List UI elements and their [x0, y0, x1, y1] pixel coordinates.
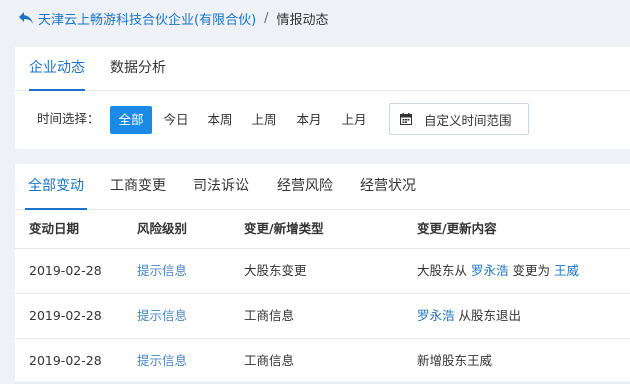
- filter-last-month-button[interactable]: 上月: [336, 106, 372, 134]
- filter-last-week-button[interactable]: 上周: [246, 106, 282, 134]
- tab-all-changes[interactable]: 全部变动: [25, 164, 87, 210]
- calendar-icon: [400, 113, 412, 125]
- filter-this-month-button[interactable]: 本月: [291, 106, 327, 134]
- tab-company-news[interactable]: 企业动态: [29, 47, 85, 91]
- filter-today-button[interactable]: 今日: [158, 106, 194, 134]
- shareholder-link[interactable]: 罗永浩: [471, 263, 509, 278]
- table-row: 2019-02-28 提示信息 工商信息 新增股东王威: [15, 339, 630, 384]
- back-arrow-icon[interactable]: [18, 11, 34, 25]
- filter-all-button[interactable]: 全部: [110, 106, 152, 134]
- content-text: 变更为: [512, 263, 551, 278]
- tab-business-changes[interactable]: 工商变更: [110, 164, 166, 209]
- row-change-type: 工商信息: [244, 353, 295, 368]
- change-type-tabs: 全部变动 工商变更 司法诉讼 经营风险 经营状况: [15, 164, 630, 210]
- custom-range-button[interactable]: 自定义时间范围: [389, 103, 529, 135]
- time-filter-label: 时间选择：: [37, 111, 100, 126]
- row-change-content: 新增股东王威: [417, 339, 492, 383]
- custom-range-label: 自定义时间范围: [424, 112, 512, 128]
- time-filter-row: 时间选择： 全部 今日 本周 上周 本月 上月 自定义时间范围: [15, 103, 630, 135]
- tab-data-analysis[interactable]: 数据分析: [110, 47, 166, 90]
- table-header: 变动日期 风险级别 变更/新增类型 变更/更新内容: [15, 210, 630, 249]
- row-change-type: 大股东变更: [244, 263, 307, 278]
- breadcrumb-company-link[interactable]: 天津云上畅游科技合伙企业(有限合伙): [38, 9, 256, 28]
- column-header-risk-level: 风险级别: [137, 221, 188, 236]
- row-date: 2019-02-28: [29, 263, 102, 278]
- column-header-date: 变动日期: [29, 221, 80, 236]
- row-change-content: 罗永浩 从股东退出: [417, 294, 521, 338]
- tab-operating-risk[interactable]: 经营风险: [277, 164, 333, 209]
- shareholder-link[interactable]: 王威: [554, 263, 579, 278]
- shareholder-link[interactable]: 罗永浩: [417, 308, 455, 323]
- changes-panel: 全部变动 工商变更 司法诉讼 经营风险 经营状况 变动日期 风险级别 变更/新增…: [15, 164, 630, 384]
- content-text: 从股东退出: [458, 308, 522, 323]
- breadcrumb: 天津云上畅游科技合伙企业(有限合伙) / 情报动态: [0, 0, 630, 36]
- breadcrumb-separator: /: [264, 10, 269, 26]
- content-text: 新增股东王威: [417, 353, 493, 368]
- intel-filter-panel: 企业动态 数据分析 时间选择： 全部 今日 本周 上周 本月 上月 自定义时间范…: [15, 47, 630, 149]
- row-risk-level[interactable]: 提示信息: [137, 294, 187, 338]
- row-date: 2019-02-28: [29, 308, 102, 323]
- row-risk-level[interactable]: 提示信息: [137, 249, 187, 293]
- table-row: 2019-02-28 提示信息 工商信息 罗永浩 从股东退出: [15, 294, 630, 339]
- filter-this-week-button[interactable]: 本周: [202, 106, 238, 134]
- row-risk-level[interactable]: 提示信息: [137, 339, 187, 383]
- row-date: 2019-02-28: [29, 353, 102, 368]
- row-change-type: 工商信息: [244, 308, 295, 323]
- column-header-change-type: 变更/新增类型: [244, 221, 324, 236]
- row-change-content: 大股东从 罗永浩 变更为 王威: [417, 249, 579, 293]
- content-text: 大股东从: [417, 263, 468, 278]
- breadcrumb-current: 情报动态: [276, 12, 329, 28]
- column-header-change-content: 变更/更新内容: [417, 221, 497, 236]
- table-row: 2019-02-28 提示信息 大股东变更 大股东从 罗永浩 变更为 王威: [15, 249, 630, 294]
- main-tabs: 企业动态 数据分析: [15, 47, 630, 91]
- tab-judicial-litigation[interactable]: 司法诉讼: [193, 164, 249, 209]
- tab-operating-status[interactable]: 经营状况: [360, 164, 416, 209]
